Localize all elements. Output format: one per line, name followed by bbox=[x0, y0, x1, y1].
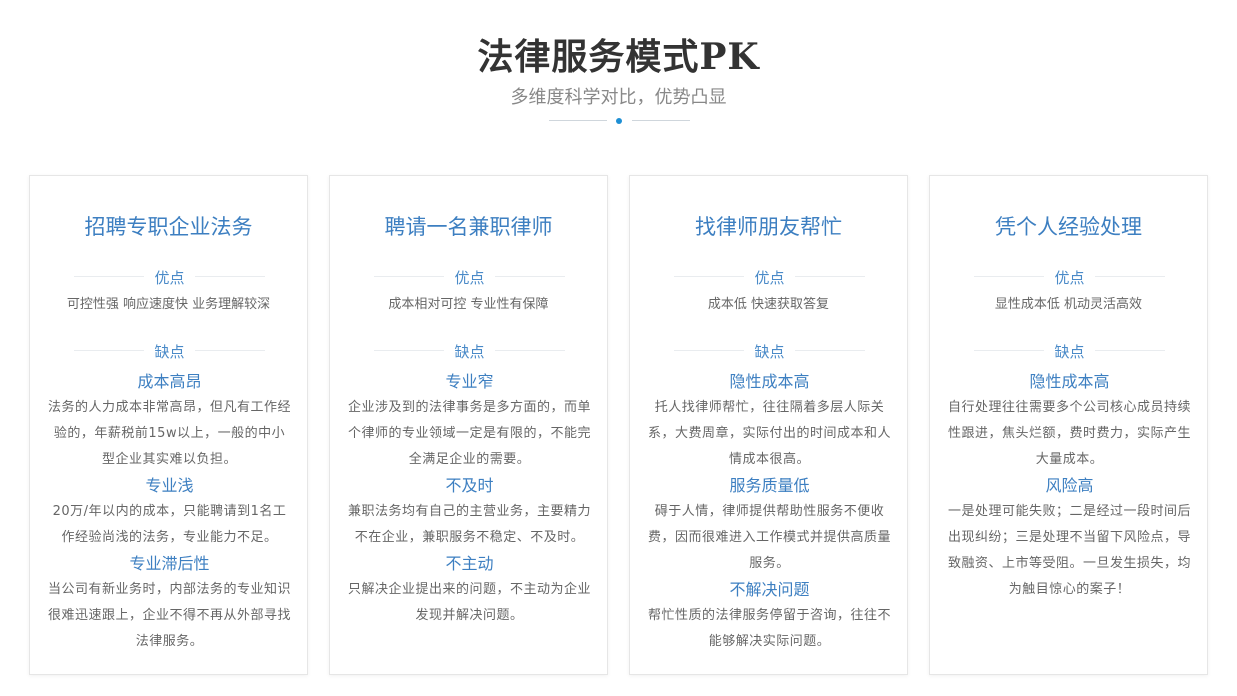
con-title: 不及时 bbox=[445, 476, 494, 495]
card-title: 招聘专职企业法务 bbox=[84, 215, 253, 239]
card-title: 找律师朋友帮忙 bbox=[695, 215, 842, 239]
con-title: 隐性成本高 bbox=[729, 372, 810, 391]
pros-heading: 优点 bbox=[74, 267, 265, 287]
cons-heading: 缺点 bbox=[974, 341, 1165, 361]
card-parttime-lawyer: 聘请一名兼职律师 优点 成本相对可控 专业性有保障 缺点 专业窄 企业涉及到的法… bbox=[329, 175, 608, 675]
card-fulltime-legal: 招聘专职企业法务 优点 可控性强 响应速度快 业务理解较深 缺点 成本高昂 法务… bbox=[29, 175, 308, 675]
con-title: 不主动 bbox=[445, 554, 494, 573]
divider-dot bbox=[616, 118, 622, 124]
con-desc: 20万/年以内的成本，只能聘请到1名工作经验尚浅的法务，专业能力不足。 bbox=[52, 504, 287, 545]
con-desc: 当公司有新业务时，内部法务的专业知识很难迅速跟上，企业不得不再从外部寻找法律服务… bbox=[48, 582, 292, 649]
card-title: 聘请一名兼职律师 bbox=[384, 215, 553, 239]
page-title: 法律服务模式PK bbox=[477, 36, 760, 78]
con-title: 不解决问题 bbox=[729, 580, 810, 599]
pros-text: 显性成本低 机动灵活高效 bbox=[994, 297, 1143, 312]
con-title: 专业窄 bbox=[445, 372, 494, 391]
card-personal-experience: 凭个人经验处理 优点 显性成本低 机动灵活高效 缺点 隐性成本高 自行处理往往需… bbox=[929, 175, 1208, 675]
divider-line-right bbox=[632, 120, 690, 121]
pros-text: 成本相对可控 专业性有保障 bbox=[388, 297, 549, 312]
con-desc: 托人找律师帮忙，往往隔着多层人际关系，大费周章，实际付出的时间成本和人情成本很高… bbox=[648, 400, 892, 467]
pros-heading: 优点 bbox=[974, 267, 1165, 287]
pros-heading: 优点 bbox=[674, 267, 865, 287]
con-desc: 自行处理往往需要多个公司核心成员持续性跟进，焦头烂额，费时费力，实际产生大量成本… bbox=[948, 400, 1192, 467]
card-lawyer-friend: 找律师朋友帮忙 优点 成本低 快速获取答复 缺点 隐性成本高 托人找律师帮忙，往… bbox=[629, 175, 908, 675]
con-desc: 兼职法务均有自己的主营业务，主要精力不在企业，兼职服务不稳定、不及时。 bbox=[348, 504, 592, 545]
con-desc: 只解决企业提出来的问题，不主动为企业发现并解决问题。 bbox=[348, 582, 592, 623]
card-title: 凭个人经验处理 bbox=[995, 215, 1142, 239]
con-title: 专业滞后性 bbox=[129, 554, 210, 573]
pros-text: 可控性强 响应速度快 业务理解较深 bbox=[66, 297, 271, 312]
con-desc: 法务的人力成本非常高昂，但凡有工作经验的，年薪税前15w以上，一般的中小型企业其… bbox=[48, 400, 292, 467]
cons-heading: 缺点 bbox=[674, 341, 865, 361]
con-title: 专业浅 bbox=[145, 476, 194, 495]
con-desc: 碍于人情，律师提供帮助性服务不便收费，因而很难进入工作模式并提供高质量服务。 bbox=[648, 504, 892, 571]
cons-list: 隐性成本高 自行处理往往需要多个公司核心成员持续性跟进，焦头烂额，费时费力，实际… bbox=[948, 371, 1191, 605]
pros-text: 成本低 快速获取答复 bbox=[707, 297, 830, 312]
title-divider bbox=[549, 118, 690, 124]
con-desc: 帮忙性质的法律服务停留于咨询，往往不能够解决实际问题。 bbox=[648, 608, 892, 649]
con-title: 风险高 bbox=[1045, 476, 1094, 495]
cons-list: 隐性成本高 托人找律师帮忙，往往隔着多层人际关系，大费周章，实际付出的时间成本和… bbox=[648, 371, 891, 657]
pros-heading: 优点 bbox=[374, 267, 565, 287]
con-desc: 企业涉及到的法律事务是多方面的，而单个律师的专业领域一定是有限的，不能完全满足企… bbox=[348, 400, 592, 467]
con-title: 服务质量低 bbox=[729, 476, 810, 495]
cons-heading: 缺点 bbox=[374, 341, 565, 361]
cons-list: 专业窄 企业涉及到的法律事务是多方面的，而单个律师的专业领域一定是有限的，不能完… bbox=[348, 371, 591, 631]
con-title: 成本高昂 bbox=[137, 372, 202, 391]
divider-line-left bbox=[549, 120, 607, 121]
cons-list: 成本高昂 法务的人力成本非常高昂，但凡有工作经验的，年薪税前15w以上，一般的中… bbox=[48, 371, 291, 657]
con-title: 隐性成本高 bbox=[1029, 372, 1110, 391]
page-subtitle: 多维度科学对比，优势凸显 bbox=[510, 87, 727, 108]
cons-heading: 缺点 bbox=[74, 341, 265, 361]
con-desc: 一是处理可能失败；二是经过一段时间后出现纠纷；三是处理不当留下风险点，导致融资、… bbox=[948, 504, 1192, 597]
